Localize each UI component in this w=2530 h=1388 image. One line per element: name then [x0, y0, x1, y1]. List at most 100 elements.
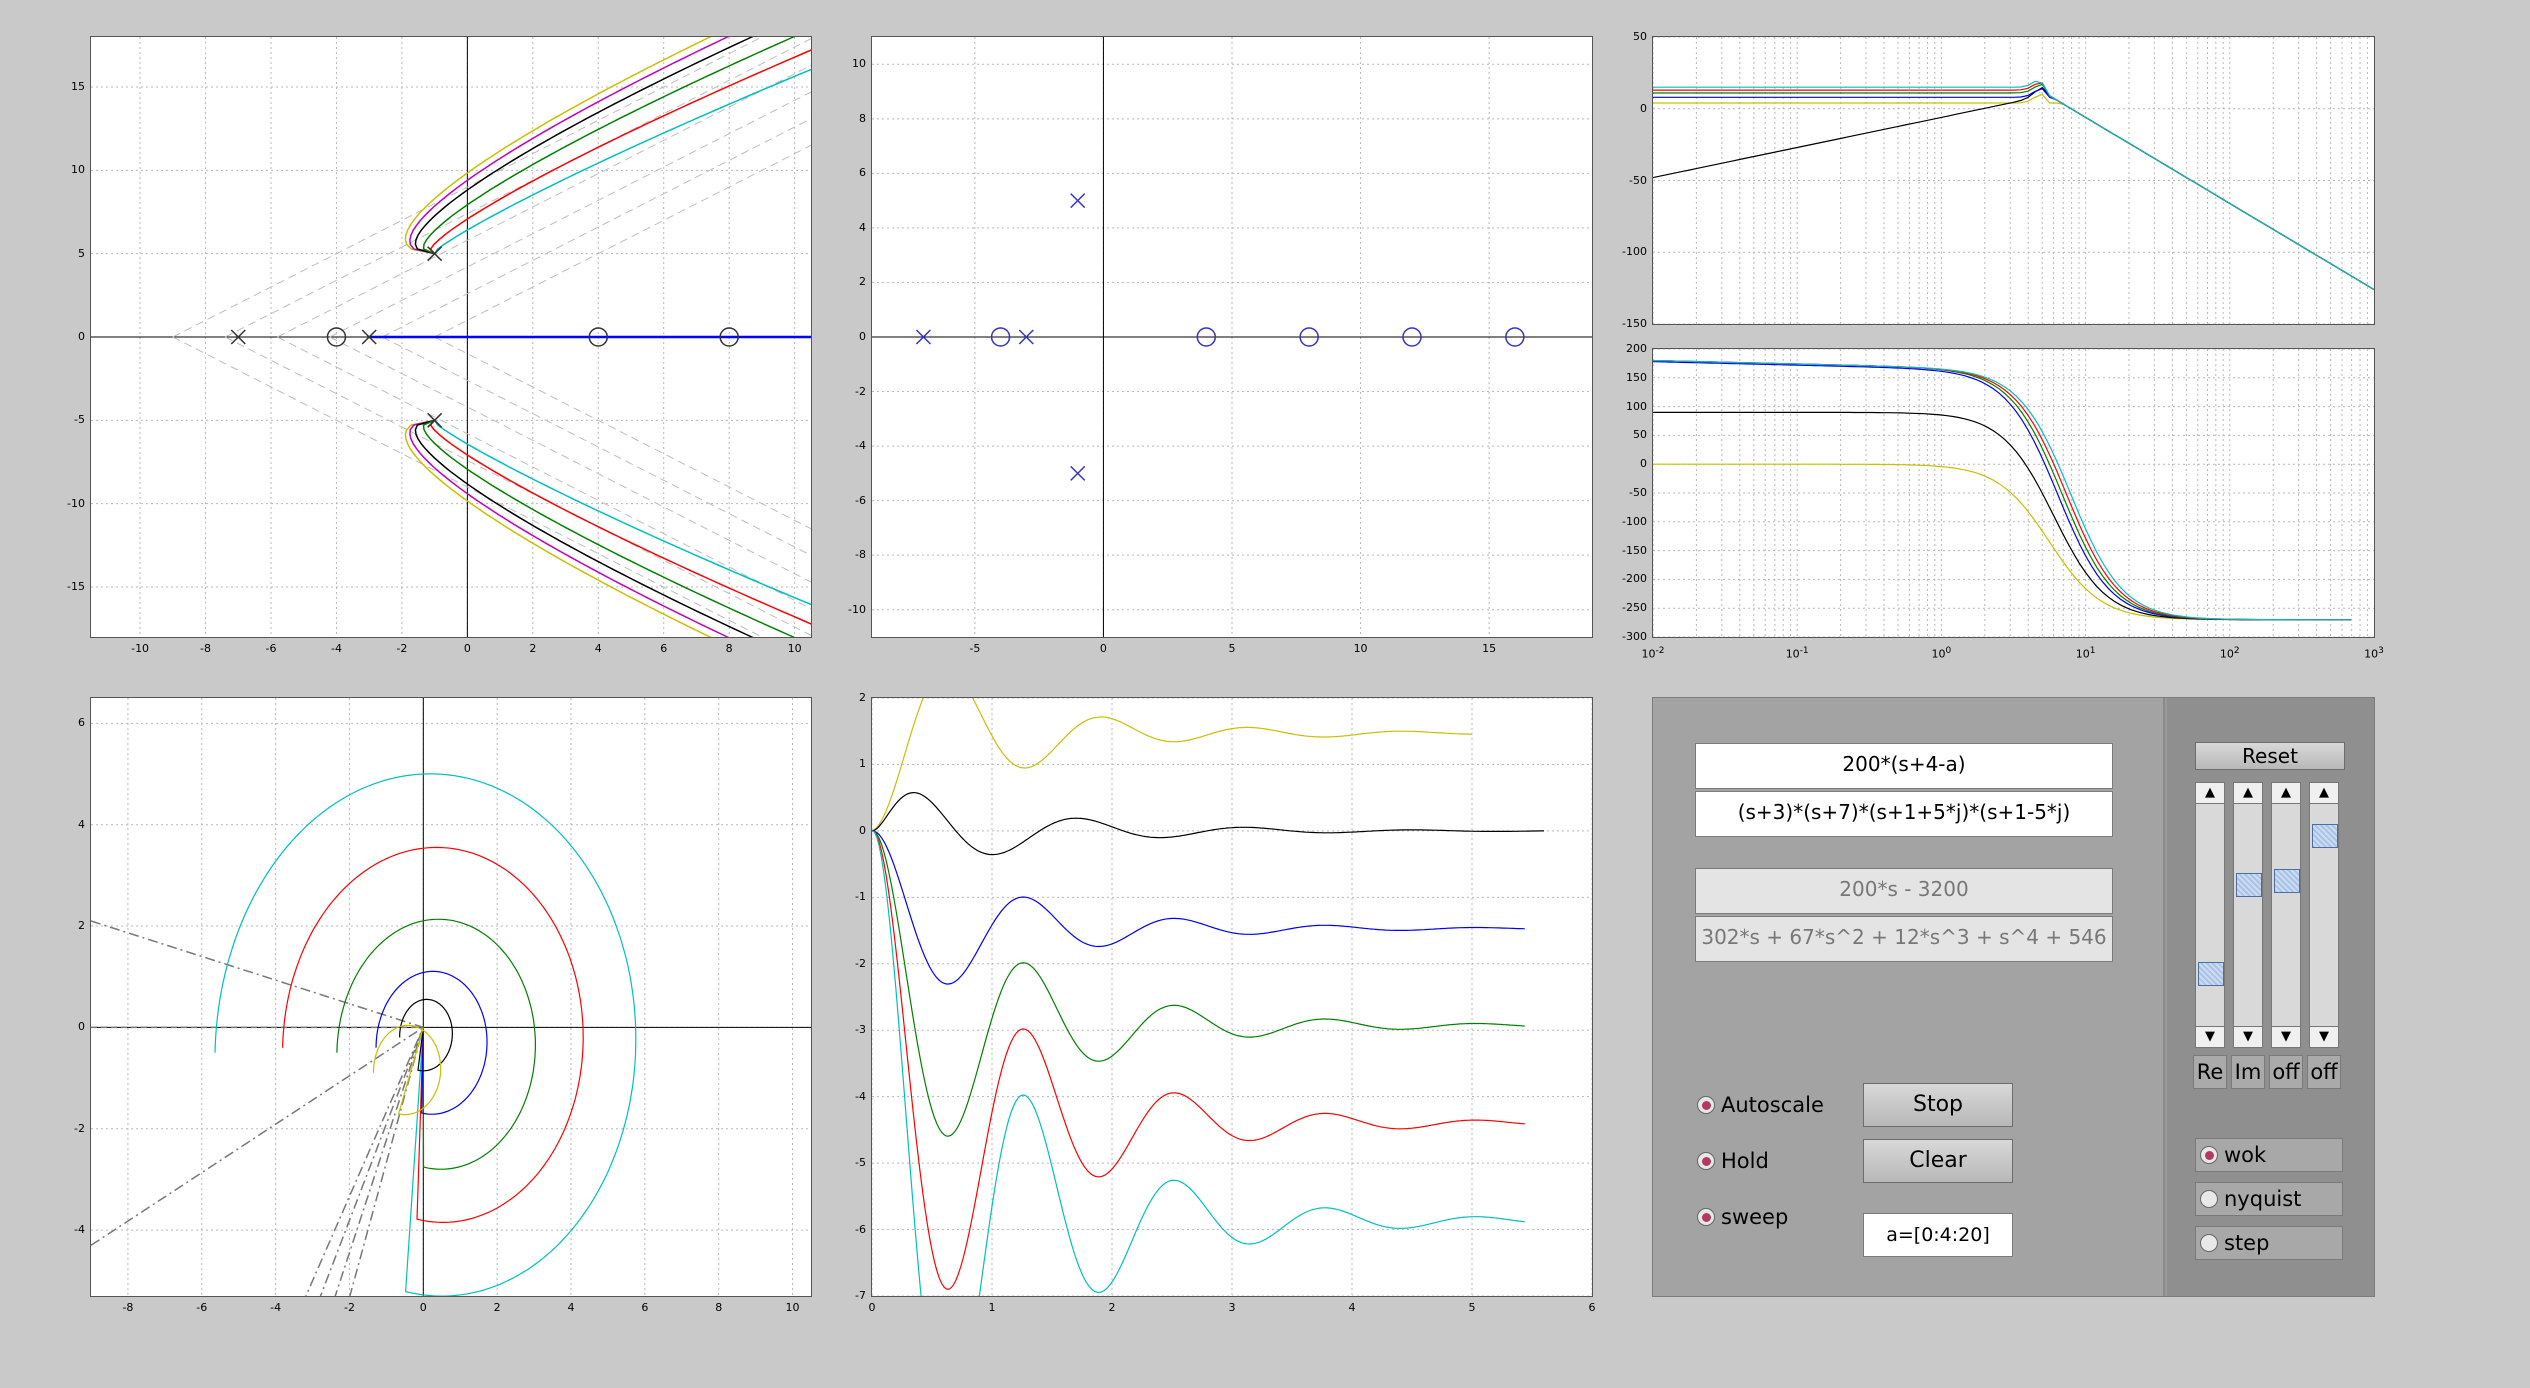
slider-up-arrow-icon[interactable]: ▲ [2309, 782, 2339, 804]
x-tick-label: 6 [641, 1301, 649, 1314]
y-tick-label: -6 [855, 493, 866, 507]
y-tick-label: -1 [855, 890, 866, 904]
y-tick-label: -4 [855, 439, 866, 453]
reset-button[interactable]: Reset [2195, 742, 2345, 770]
off-slider-1[interactable]: ▲ ▼ [2271, 782, 2301, 1048]
sweep-radio[interactable] [1697, 1208, 1715, 1226]
y-tick-label: 8 [859, 111, 866, 125]
mode-radio[interactable] [2200, 1190, 2218, 1208]
autoscale-radio[interactable] [1697, 1096, 1715, 1114]
x-tick-label: -2 [343, 1301, 355, 1314]
y-tick-label: -200 [1622, 572, 1647, 586]
y-tick-label: -5 [74, 413, 85, 427]
mode-label: step [2224, 1231, 2270, 1255]
plot-canvas [91, 698, 811, 1296]
numerator-expression-field[interactable]: 200*(s+4-a) [1695, 743, 2113, 789]
x-tick-label: 6 [1588, 1301, 1596, 1314]
tick-base: 10 [2364, 647, 2379, 661]
denominator-polynomial-display: 302*s + 67*s^2 + 12*s^3 + s^4 + 546 [1695, 916, 2113, 962]
sweep-range-input[interactable]: a=[0:4:20] [1863, 1213, 2013, 1257]
x-tick-label: -8 [122, 1301, 134, 1314]
x-tick-label: 8 [725, 642, 733, 655]
asymptote-line [434, 144, 811, 338]
root-locus-plot[interactable]: -10 -8 -6 -4 -2 0 2 4 6 8 10 15 10 5 0 -5 -10 -15 [67, 36, 812, 655]
nyquist-ray [305, 1027, 424, 1296]
hold-option[interactable]: Hold [1697, 1144, 1769, 1178]
y-tick-label: -6 [855, 1222, 866, 1236]
y-tick-label: -50 [1629, 173, 1647, 187]
locus-branch [429, 419, 811, 625]
slider-track[interactable] [2309, 804, 2339, 1026]
slider-track[interactable] [2233, 804, 2263, 1026]
bode-phase-plot[interactable]: 200 150 100 50 0 -50 -100 -150 -200 -250 -300 10-2 1… [1622, 343, 2384, 661]
y-tick-label: 100 [1626, 399, 1647, 413]
y-tick-label: -2 [855, 956, 866, 970]
control-panel: 200*(s+4-a) (s+3)*(s+7)*(s+1+5*j)*(s+1-5… [1652, 697, 2375, 1297]
sweep-option[interactable]: sweep [1697, 1200, 1788, 1234]
y-tick-label: -50 [1629, 486, 1647, 499]
x-tick-label: 0 [419, 1301, 427, 1314]
asymptote-line [277, 336, 811, 610]
magnitude-curve [1653, 82, 2374, 291]
slider-thumb[interactable] [2312, 823, 2338, 848]
slider-track[interactable] [2271, 804, 2301, 1026]
slider-down-arrow-icon[interactable]: ▼ [2309, 1026, 2339, 1048]
autoscale-option[interactable]: Autoscale [1697, 1088, 1824, 1122]
magnitude-curve [1653, 80, 2374, 291]
slider-up-arrow-icon[interactable]: ▲ [2233, 782, 2263, 804]
denominator-expression-field[interactable]: (s+3)*(s+7)*(s+1+5*j)*(s+1-5*j) [1695, 791, 2113, 837]
x-tick-label: 4 [567, 1301, 575, 1314]
im-slider[interactable]: ▲ ▼ [2233, 782, 2263, 1048]
slider-thumb[interactable] [2198, 962, 2224, 987]
y-tick-label: -3 [855, 1023, 866, 1037]
x-tick-label: -6 [265, 642, 277, 655]
y-tick-label: 4 [78, 817, 85, 831]
step-response-plot[interactable]: 0 1 2 3 4 5 6 2 1 0 -1 -2 -3 -4 -5 -6 -7 [855, 692, 1595, 1314]
mode-option-wok[interactable]: wok [2195, 1138, 2343, 1172]
x-tick-label: 2 [493, 1301, 501, 1314]
bode-magnitude-plot[interactable]: 50 0 -50 -100 -150 [1622, 31, 2375, 330]
re-slider[interactable]: ▲ ▼ [2195, 782, 2225, 1048]
slider-thumb[interactable] [2236, 873, 2262, 898]
slider-label-off-1: off [2269, 1055, 2303, 1089]
step-curve [872, 830, 1525, 1137]
mode-option-nyquist[interactable]: nyquist [2195, 1182, 2343, 1216]
tick-base: 10 [2219, 647, 2234, 661]
slider-up-arrow-icon[interactable]: ▲ [2271, 782, 2301, 804]
y-tick-label: 50 [1633, 428, 1647, 442]
slider-down-arrow-icon[interactable]: ▼ [2233, 1026, 2263, 1048]
stop-button[interactable]: Stop [1863, 1083, 2013, 1127]
pole-marker [427, 412, 443, 428]
mode-option-step[interactable]: step [2195, 1226, 2343, 1260]
tick-base: 10 [1931, 647, 1946, 661]
slider-up-arrow-icon[interactable]: ▲ [2195, 782, 2225, 804]
hold-radio[interactable] [1697, 1152, 1715, 1170]
x-tick-label: 2 [529, 642, 537, 655]
pole-zero-plot[interactable]: -5 0 5 10 15 10 8 6 4 2 0 -2 -4 -6 -8 -10 [848, 36, 1593, 655]
y-tick-label: 0 [859, 823, 866, 837]
y-tick-label: 2 [859, 691, 866, 704]
y-tick-label: 0 [1640, 457, 1647, 471]
x-tick-label: 15 [1482, 642, 1497, 655]
x-tick-label: 10 [787, 642, 802, 655]
mode-radio[interactable] [2200, 1146, 2218, 1164]
off-slider-2[interactable]: ▲ ▼ [2309, 782, 2339, 1048]
slider-track[interactable] [2195, 804, 2225, 1026]
phase-curve [1653, 359, 2351, 621]
slider-down-arrow-icon[interactable]: ▼ [2271, 1026, 2301, 1048]
x-tick-label: 103 [2354, 645, 2394, 661]
nyquist-curve [214, 773, 637, 1296]
nyquist-plot[interactable]: -8 -6 -4 -2 0 2 4 6 8 10 6 4 2 0 -2 -4 [74, 697, 812, 1314]
clear-button[interactable]: Clear [1863, 1139, 2013, 1183]
transfer-function-panel: 200*(s+4-a) (s+3)*(s+7)*(s+1+5*j)*(s+1-5… [1653, 698, 2165, 1296]
y-tick-label: 6 [859, 166, 866, 180]
x-tick-label: 10-1 [1777, 645, 1817, 661]
slider-down-arrow-icon[interactable]: ▼ [2195, 1026, 2225, 1048]
y-tick-label: 5 [78, 246, 85, 260]
slider-label-re: Re [2193, 1055, 2227, 1089]
x-tick-label: -6 [196, 1301, 208, 1314]
x-tick-label: 0 [868, 1301, 876, 1314]
mode-radio[interactable] [2200, 1234, 2218, 1252]
locus-branch [404, 37, 712, 255]
slider-thumb[interactable] [2274, 869, 2300, 894]
